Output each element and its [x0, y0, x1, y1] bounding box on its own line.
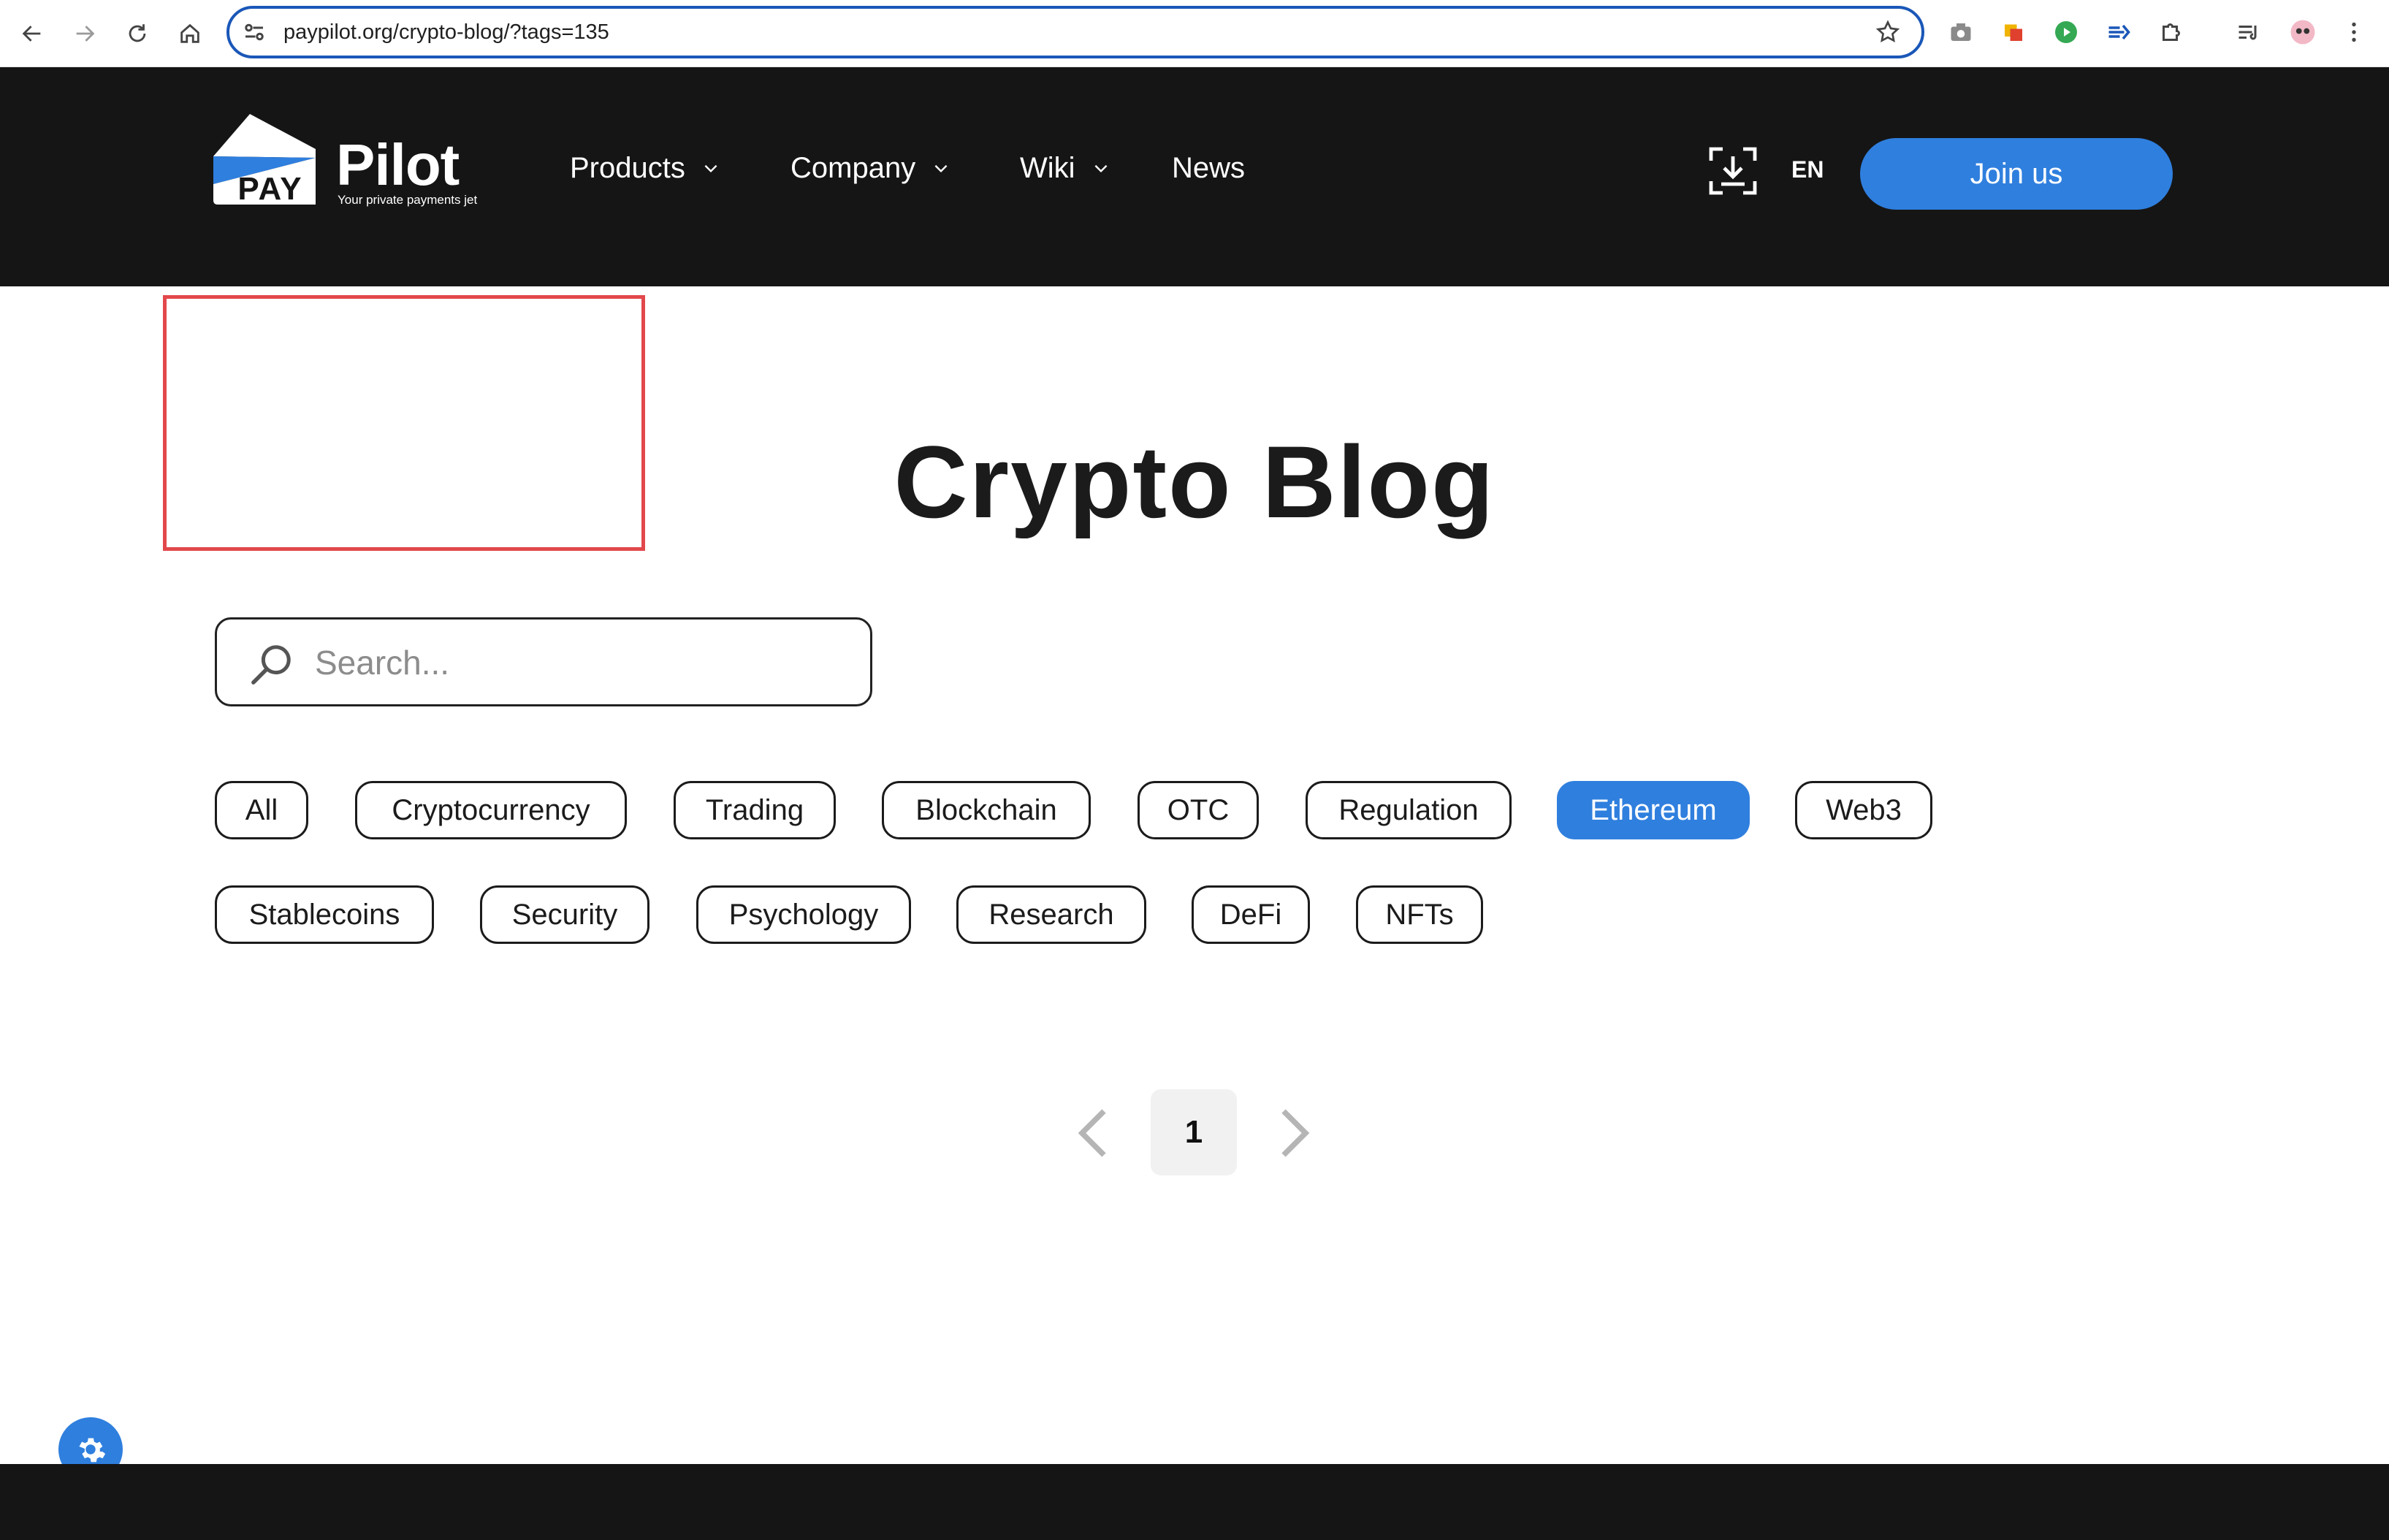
tag-regulation[interactable]: Regulation	[1306, 781, 1512, 839]
tag-ethereum[interactable]: Ethereum	[1557, 781, 1750, 839]
tab-extension-icon[interactable]	[2103, 16, 2135, 48]
nav-company-label: Company	[790, 151, 916, 184]
tag-otc[interactable]: OTC	[1138, 781, 1259, 839]
tag-security[interactable]: Security	[480, 885, 649, 944]
camera-extension-icon[interactable]	[1945, 16, 1977, 48]
nav-company[interactable]: Company	[790, 146, 950, 190]
site-settings-icon[interactable]	[241, 19, 267, 45]
arrow-right-icon	[76, 26, 95, 42]
bookmark-star-icon[interactable]	[1875, 19, 1901, 45]
tag-cryptocurrency[interactable]: Cryptocurrency	[355, 781, 627, 839]
back-button[interactable]	[10, 12, 54, 56]
logo-badge-text: PAY	[237, 171, 303, 207]
nav-news-label: News	[1172, 151, 1246, 184]
tag-all[interactable]: All	[215, 781, 308, 839]
logo-tagline: Your private payments jet	[338, 193, 478, 207]
tag-psychology[interactable]: Psychology	[696, 885, 911, 944]
search-icon	[251, 645, 291, 685]
site-logo[interactable]: PAY Pilot Your private payments jet	[213, 114, 498, 209]
nav-products-label: Products	[570, 151, 685, 184]
download-app-icon[interactable]	[1707, 145, 1759, 197]
nav-news[interactable]: News	[1172, 146, 1245, 190]
home-icon	[180, 23, 199, 43]
url-text[interactable]: paypilot.org/crypto-blog/?tags=135	[283, 9, 609, 56]
reading-list-icon[interactable]	[2233, 16, 2265, 48]
chevron-down-icon	[704, 164, 717, 173]
office-extension-icon[interactable]	[1997, 16, 2030, 48]
home-button[interactable]	[168, 12, 212, 56]
browser-toolbar: paypilot.org/crypto-blog/?tags=135	[0, 0, 2389, 67]
tag-stablecoins[interactable]: Stablecoins	[215, 885, 434, 944]
nav-wiki[interactable]: Wiki	[1020, 146, 1110, 190]
browser-menu-icon[interactable]	[2338, 16, 2370, 48]
language-switcher[interactable]: EN	[1791, 148, 1824, 191]
logo-wordmark: Pilot	[336, 132, 460, 197]
profile-avatar-icon[interactable]	[2287, 16, 2319, 48]
join-us-button[interactable]: Join us	[1860, 138, 2173, 210]
nav-products[interactable]: Products	[570, 146, 720, 190]
chevron-down-icon	[934, 164, 948, 173]
tag-blockchain[interactable]: Blockchain	[882, 781, 1091, 839]
search-input[interactable]	[315, 633, 841, 693]
chevron-down-icon	[1094, 164, 1107, 173]
address-bar[interactable]: paypilot.org/crypto-blog/?tags=135	[226, 6, 1924, 58]
tag-web3[interactable]: Web3	[1795, 781, 1932, 839]
reload-button[interactable]	[115, 12, 159, 56]
gear-icon	[79, 1438, 106, 1463]
play-extension-icon[interactable]	[2050, 16, 2082, 48]
site-header: PAY Pilot Your private payments jet Prod…	[0, 67, 2389, 286]
search-box[interactable]	[215, 617, 872, 706]
tag-trading[interactable]: Trading	[674, 781, 836, 839]
pagination-page-current[interactable]: 1	[1151, 1089, 1237, 1175]
pagination-prev-chevron-left-icon[interactable]	[1071, 1108, 1115, 1159]
page-title: Crypto Blog	[894, 424, 1495, 539]
site-footer	[0, 1464, 2389, 1540]
tag-nfts[interactable]: NFTs	[1356, 885, 1483, 944]
nav-wiki-label: Wiki	[1020, 151, 1075, 184]
pagination-next-chevron-right-icon[interactable]	[1273, 1108, 1317, 1159]
reload-icon	[129, 24, 146, 42]
tag-research[interactable]: Research	[956, 885, 1146, 944]
forward-button[interactable]	[63, 12, 107, 56]
tag-defi[interactable]: DeFi	[1192, 885, 1310, 944]
arrow-left-icon	[22, 26, 41, 42]
puzzle-icon[interactable]	[2155, 16, 2187, 48]
